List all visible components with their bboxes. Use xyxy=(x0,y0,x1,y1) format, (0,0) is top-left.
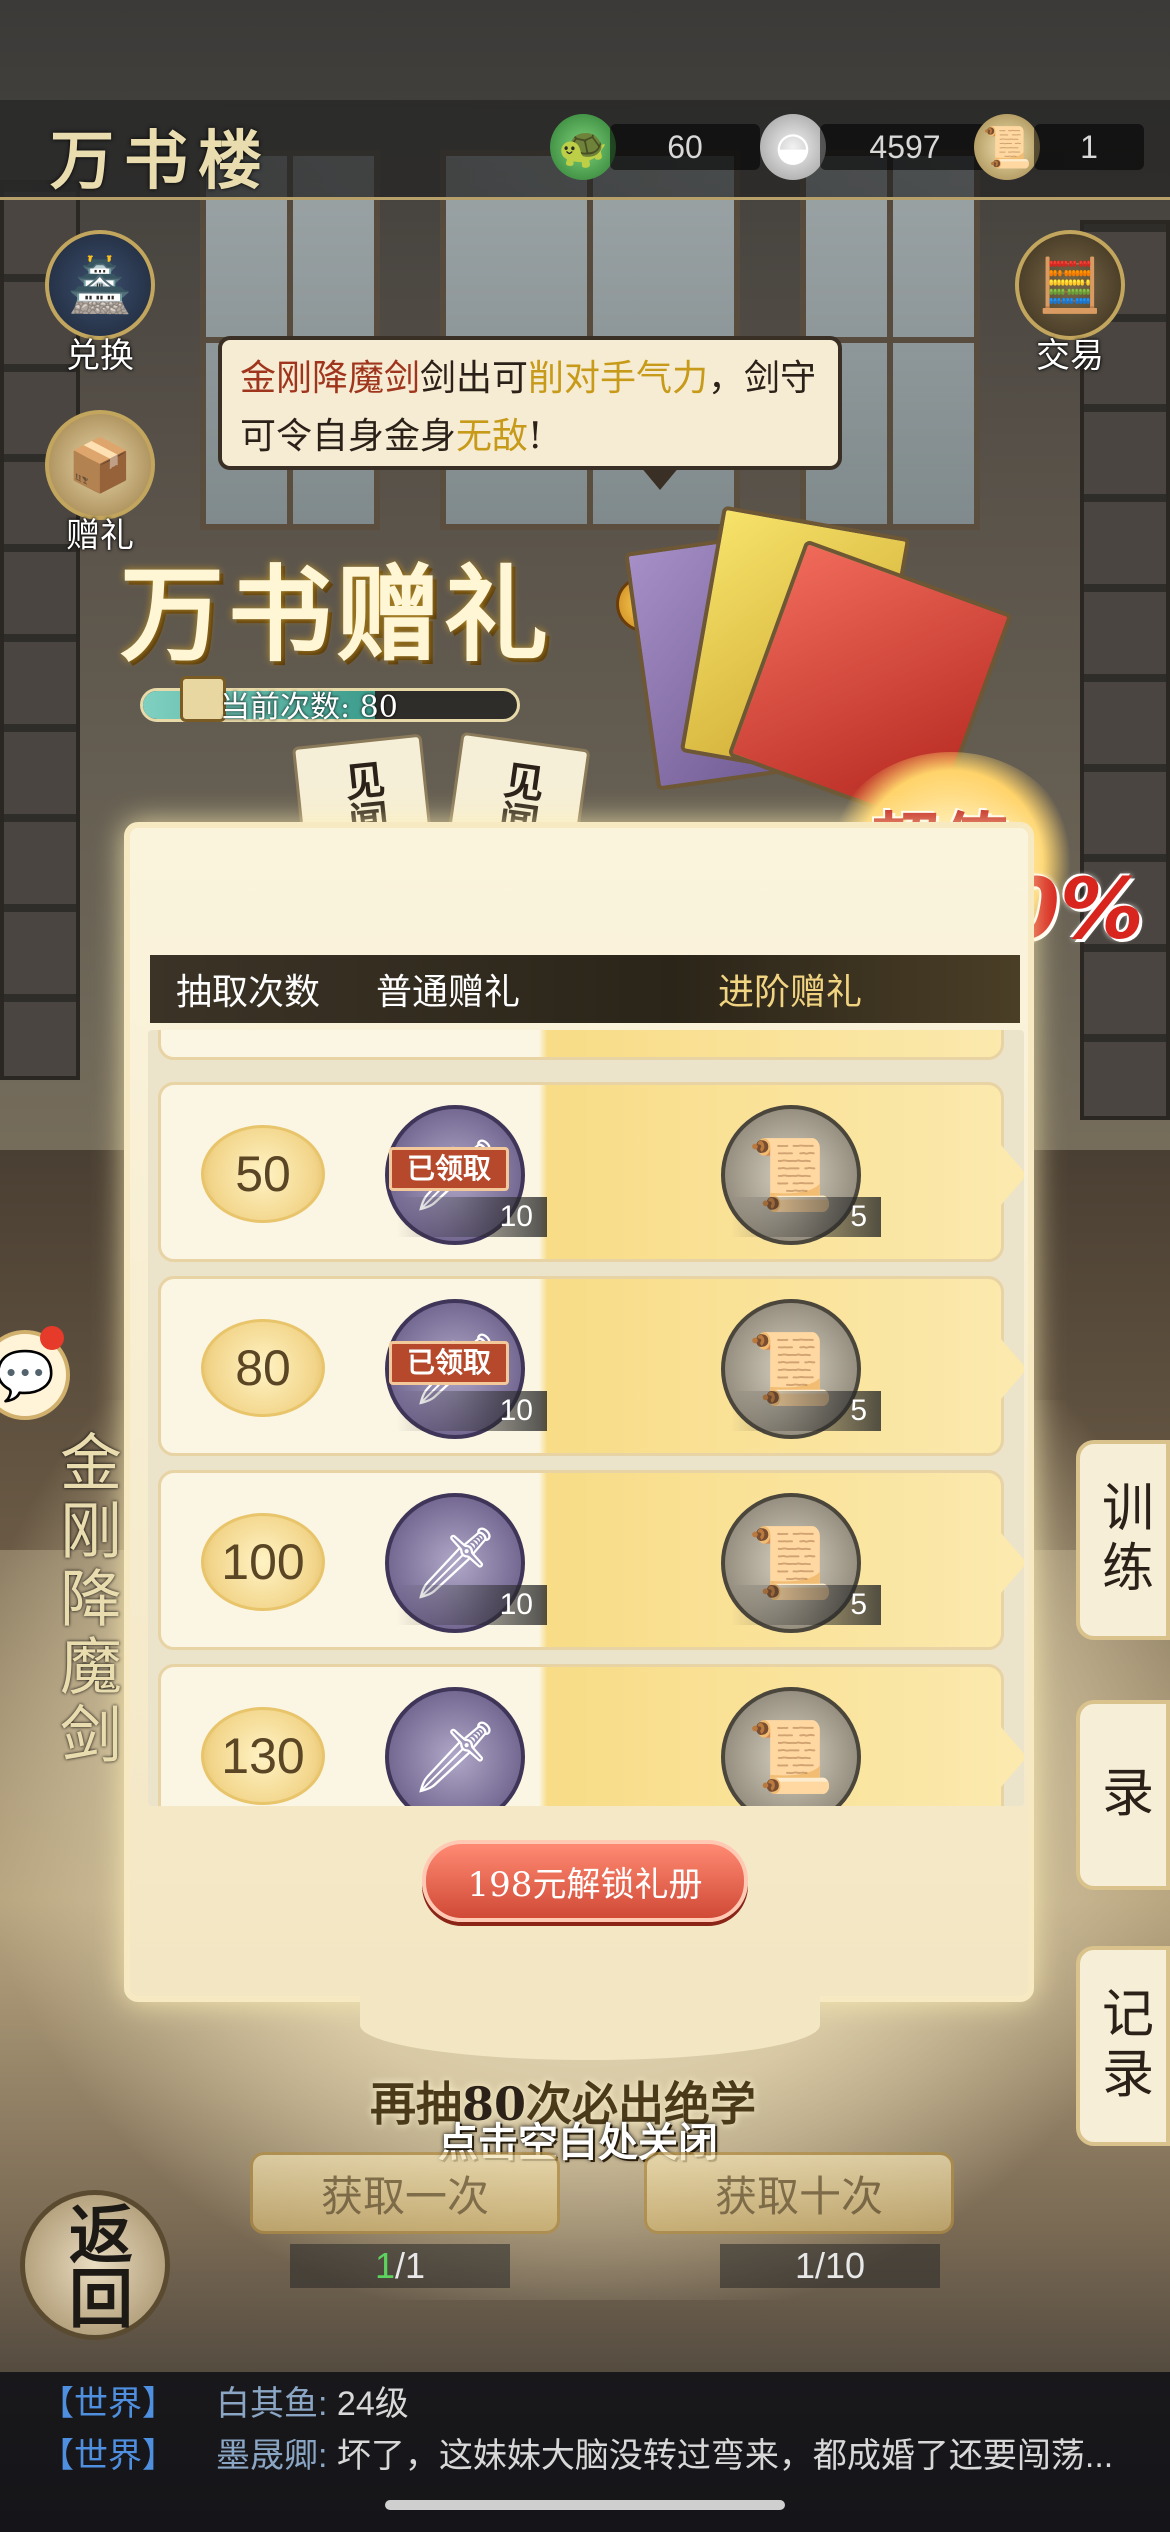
cost-required: /1 xyxy=(395,2245,426,2286)
gift-box-icon: 📦 xyxy=(45,410,155,520)
item-quantity: 5 xyxy=(731,1197,881,1237)
resource-jade[interactable]: 🐢 60 xyxy=(550,112,760,182)
chat-channel: 【世界】 xyxy=(40,2385,176,2423)
chat-channel: 【世界】 xyxy=(40,2437,176,2475)
resource-book[interactable]: 📜 1 xyxy=(974,112,1144,182)
table-row xyxy=(158,1030,1004,1060)
item-quantity: 10 xyxy=(397,1391,547,1431)
jade-turtle-icon: 🐢 xyxy=(550,114,616,180)
tab-records-partial[interactable]: 录 xyxy=(1076,1700,1170,1890)
chat-name: 墨晟卿: xyxy=(216,2437,328,2475)
table-row: 130 🗡 📜 xyxy=(158,1664,1024,1806)
item-quantity: 5 xyxy=(731,1391,881,1431)
resource-silver[interactable]: ◒ 4597 xyxy=(760,112,990,182)
home-indicator[interactable] xyxy=(385,2500,785,2510)
chat-name: 白其鱼: xyxy=(216,2385,328,2423)
count-coin: 80 xyxy=(201,1319,325,1417)
table-row: 80 🗡 已领取 10 📜 5 xyxy=(158,1276,1024,1456)
cost-owned: 1 xyxy=(374,2245,395,2286)
chat-line: 【世界】 墨晟卿: 坏了，这妹妹大脑没转过弯来，都成婚了还要闯荡... xyxy=(40,2430,1170,2482)
resource-value: 4597 xyxy=(820,124,990,170)
table-row: 50 🗡 已领取 10 📜 5 xyxy=(158,1082,1024,1262)
count-coin: 100 xyxy=(201,1513,325,1611)
tab-records[interactable]: 记录 xyxy=(1076,1946,1170,2146)
page-title: 万书楼 xyxy=(50,124,272,199)
book-token-icon: 📜 xyxy=(974,114,1040,180)
draw-ten-cost: 1/10 xyxy=(720,2244,940,2288)
tooltip-tail xyxy=(640,466,680,490)
tooltip-text: 剑出可 xyxy=(420,358,529,399)
tooltip-text: ! xyxy=(528,416,543,457)
skill-vertical-title: 金刚降魔剑 xyxy=(49,1430,122,1770)
panel-bottom-curve xyxy=(360,1990,820,2060)
table-row: 100 🗡 10 📜 5 xyxy=(158,1470,1024,1650)
chat-message: 坏了，这妹妹大脑没转过弯来，都成婚了还要闯荡... xyxy=(336,2437,1114,2475)
item-quantity: 5 xyxy=(731,1585,881,1625)
skill-tooltip: 金刚降魔剑剑出可削对手气力，剑守可令自身金身无敌! xyxy=(218,336,842,470)
trade-button[interactable]: 🧮 交易 xyxy=(1010,230,1130,377)
progress-label: 当前次数: 80 xyxy=(220,690,398,725)
trade-label: 交易 xyxy=(1036,336,1104,376)
draw-once-cost: 1/1 xyxy=(290,2244,510,2288)
exchange-label: 兑换 xyxy=(66,336,134,376)
sword-icon[interactable]: 🗡 xyxy=(385,1687,525,1806)
header-normal: 普通赠礼 xyxy=(376,972,521,1013)
silver-ingot-icon: ◒ xyxy=(760,114,826,180)
scroll-icon[interactable]: 📜 xyxy=(721,1687,861,1806)
unlock-gift-book-button[interactable]: 198元解锁礼册 xyxy=(422,1840,748,1922)
tooltip-skill-name: 金刚降魔剑 xyxy=(240,358,421,399)
claimed-stamp: 已领取 xyxy=(389,1341,509,1385)
promo-title: 万书赠礼 xyxy=(120,553,553,676)
chat-message: 24级 xyxy=(336,2385,409,2423)
claimed-stamp: 已领取 xyxy=(389,1147,509,1191)
count-coin: 50 xyxy=(201,1125,325,1223)
abacus-icon: 🧮 xyxy=(1015,230,1125,340)
reward-list[interactable]: 50 🗡 已领取 10 📜 5 80 🗡 已领取 10 📜 5 100 🗡 10… xyxy=(148,1030,1024,1806)
tab-training[interactable]: 训练 xyxy=(1076,1440,1170,1640)
table-header: 抽取次数 普通赠礼 进阶赠礼 xyxy=(150,955,1020,1023)
back-button[interactable]: 返回 xyxy=(20,2190,170,2340)
exchange-icon: 🏯 xyxy=(45,230,155,340)
resource-value: 1 xyxy=(1034,124,1144,170)
exchange-button[interactable]: 🏯 兑换 xyxy=(40,230,160,377)
count-coin: 130 xyxy=(201,1707,325,1805)
header-advanced: 进阶赠礼 xyxy=(718,972,863,1013)
item-quantity: 10 xyxy=(397,1585,547,1625)
resource-value: 60 xyxy=(610,124,760,170)
notification-dot xyxy=(40,1326,64,1350)
item-quantity: 10 xyxy=(397,1197,547,1237)
header-count: 抽取次数 xyxy=(176,972,321,1013)
chat-line: 【世界】 白其鱼: 24级 xyxy=(40,2378,1170,2430)
tooltip-highlight: 削对手气力 xyxy=(528,358,709,399)
tooltip-highlight: 无敌 xyxy=(456,416,529,457)
draw-ten-button[interactable]: 获取十次 xyxy=(644,2152,954,2234)
draw-once-button[interactable]: 获取一次 xyxy=(250,2152,560,2234)
